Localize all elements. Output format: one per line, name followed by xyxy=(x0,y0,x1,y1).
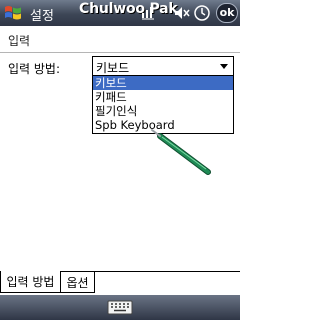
volume-icon[interactable] xyxy=(173,4,191,22)
owner-name-banner: Chulwoo Pak xyxy=(79,1,178,17)
input-method-options-list: 키보드 키패드 필기인식 Spb Keyboard xyxy=(92,75,234,134)
stylus-icon xyxy=(151,129,211,175)
option-handwriting[interactable]: 필기인식 xyxy=(93,104,233,118)
command-bar xyxy=(0,295,240,320)
app-title: 설정 xyxy=(30,9,54,24)
keyboard-icon[interactable] xyxy=(106,298,134,317)
windows-flag-icon xyxy=(5,6,21,20)
chevron-down-icon[interactable] xyxy=(215,57,233,75)
input-method-dropdown[interactable]: 키보드 xyxy=(92,56,234,76)
page-title: 입력 xyxy=(8,34,31,48)
input-method-label: 입력 방법: xyxy=(8,62,61,76)
tab-options[interactable]: 옵션 xyxy=(61,271,95,293)
option-keypad[interactable]: 키패드 xyxy=(93,90,233,104)
screen: 설정 Chulwoo Pak ok 입력 입력 방법: 키보드 키보드 키패드 … xyxy=(0,0,240,320)
header-divider xyxy=(0,52,240,53)
title-bar: 설정 Chulwoo Pak ok xyxy=(0,0,240,26)
option-keyboard[interactable]: 키보드 xyxy=(93,76,233,90)
start-button[interactable] xyxy=(1,1,25,25)
input-method-selected-value: 키보드 xyxy=(96,61,130,75)
clock-icon[interactable] xyxy=(193,4,211,22)
tab-input-method[interactable]: 입력 방법 xyxy=(0,271,61,293)
connectivity-icon[interactable] xyxy=(139,4,157,22)
ok-button[interactable]: ok xyxy=(216,3,238,23)
